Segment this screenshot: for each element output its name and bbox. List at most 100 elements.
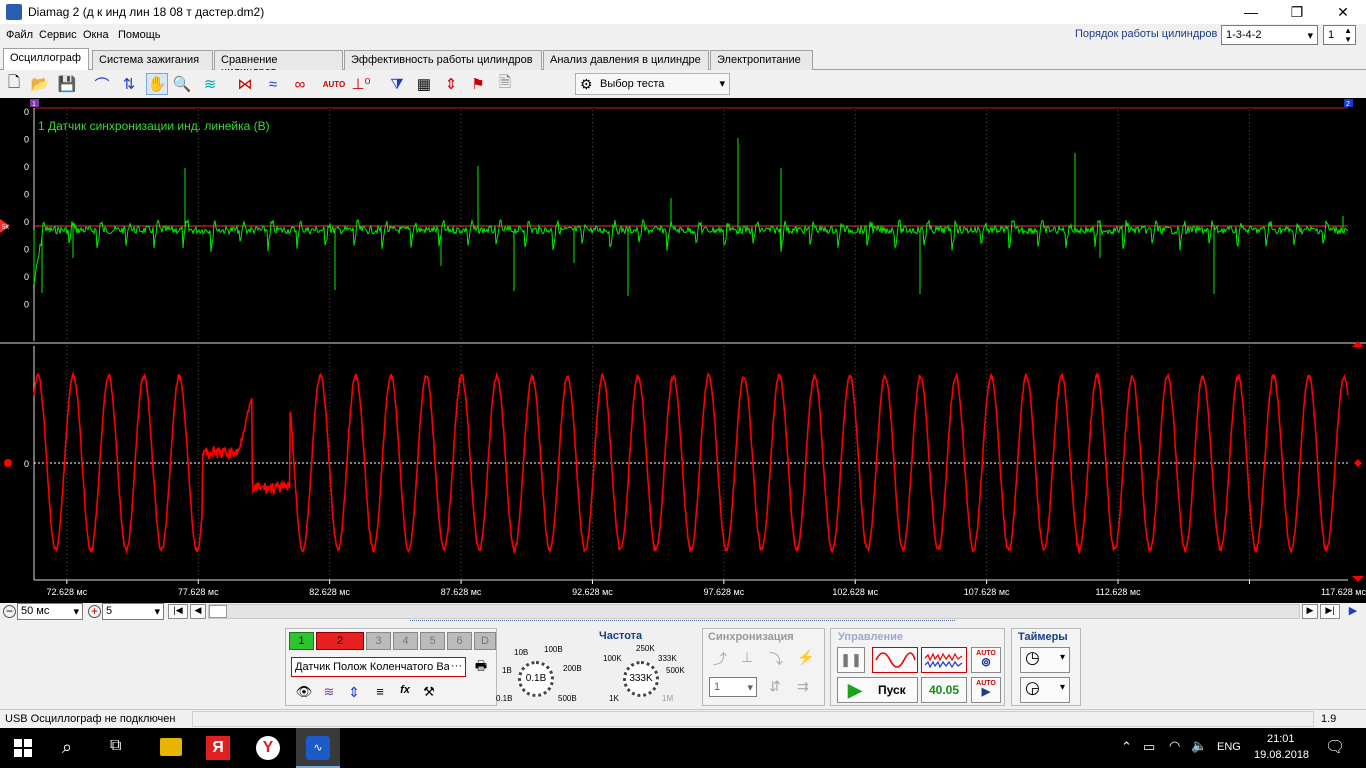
yandex-icon[interactable]: Y <box>256 736 280 760</box>
notification-icon[interactable]: 🗨 <box>1325 737 1345 757</box>
cylinder-number-stepper[interactable]: 1 ▲ ▼ <box>1323 25 1356 45</box>
sensor-more-button[interactable]: ··· <box>449 660 464 672</box>
filter-icon[interactable]: ⧩ <box>386 73 408 95</box>
printer-icon[interactable]: 🖶 <box>471 657 491 677</box>
zoom-out-icon[interactable]: − <box>3 605 16 618</box>
sync-merge-icon[interactable]: ⇉ <box>797 678 809 695</box>
grid-icon[interactable]: ▦ <box>413 73 435 95</box>
ch2-down-arrow-icon[interactable] <box>1352 576 1364 582</box>
clock-date[interactable]: 19.08.2018 <box>1254 749 1309 761</box>
start-button[interactable]: ▶ Пуск <box>837 677 918 703</box>
test-select-dropdown[interactable]: ⚙ Выбор теста ▾ <box>575 73 730 95</box>
menu-file[interactable]: Файл <box>6 29 33 41</box>
ch2-up-arrow-icon[interactable] <box>1352 341 1364 347</box>
noise-wave-button[interactable] <box>921 647 967 673</box>
sensor-select[interactable]: Датчик Полож Коленчатого Ва ··· <box>291 657 466 677</box>
tab-cylinder-compare[interactable]: Сравнение цилиндров <box>214 50 343 78</box>
timer-stop-button[interactable]: ◶ ▾ <box>1020 677 1070 703</box>
menu-help[interactable]: Помощь <box>118 29 161 41</box>
search-icon[interactable]: ⌕ <box>62 737 72 758</box>
scroll-end-button[interactable]: ▶| <box>1320 604 1340 619</box>
battery-icon[interactable]: ▭ <box>1143 739 1155 755</box>
menu-windows[interactable]: Окна <box>83 29 109 41</box>
frequency-knob[interactable]: 333K <box>623 661 659 697</box>
minimize-button[interactable]: — <box>1228 0 1274 24</box>
rising-edge-icon[interactable]: ⤴ <box>713 649 727 669</box>
save-icon[interactable]: 💾 <box>56 73 78 95</box>
new-file-icon[interactable]: 🗋 <box>3 73 25 95</box>
language-indicator[interactable]: ENG <box>1217 741 1241 753</box>
panel-splitter[interactable] <box>410 620 955 626</box>
scroll-left-button[interactable]: ◀ <box>190 604 206 619</box>
ch2-right-marker[interactable] <box>1354 459 1362 467</box>
oscilloscope-display[interactable]: 5К 1 2 1 Датчик синхронизации инд. линей… <box>0 98 1366 603</box>
yandex-browser-icon[interactable]: Я <box>206 736 230 760</box>
zoom-select[interactable]: 5 ▾ <box>102 603 164 620</box>
signal-invert-icon[interactable]: ≋ <box>319 684 339 702</box>
channel-1-button[interactable]: 1 <box>289 632 314 650</box>
wifi-icon[interactable]: ◠ <box>1169 738 1180 754</box>
tab-power-supply[interactable]: Электропитание <box>710 50 813 70</box>
overlay-icon[interactable]: ∞ <box>289 73 311 95</box>
horizontal-scrollbar[interactable] <box>208 604 1300 619</box>
auto-play-button[interactable]: AUTO ▶ <box>971 677 1001 703</box>
open-folder-icon[interactable]: 📂 <box>29 73 51 95</box>
clock-time[interactable]: 21:01 <box>1267 733 1295 745</box>
channel-3-button[interactable]: 3 <box>366 632 391 650</box>
step-up-icon[interactable]: ⊥ <box>741 649 753 666</box>
curve-icon[interactable]: ⌒ <box>91 73 113 95</box>
note-icon[interactable]: 🗎 <box>494 73 516 95</box>
scrollbar-thumb[interactable] <box>209 605 227 618</box>
signal-icon[interactable]: ≋ <box>199 73 221 95</box>
ch2-offset-marker[interactable] <box>4 459 12 467</box>
menu-service[interactable]: Сервис <box>39 29 77 41</box>
vertical-scale-icon[interactable]: ⇕ <box>344 684 364 702</box>
windows-start-icon[interactable] <box>14 739 32 757</box>
play-direction-icon[interactable]: ▶ <box>1345 604 1361 619</box>
waveform-canvas[interactable]: 5К 1 2 1 Датчик синхронизации инд. линей… <box>0 98 1366 603</box>
auto-gauge-button[interactable]: AUTO ⊚ <box>971 647 1001 673</box>
pause-button[interactable]: ❚❚ <box>837 647 865 673</box>
single-wave-button[interactable] <box>872 647 918 673</box>
tab-cylinder-efficiency[interactable]: Эффективность работы цилиндров <box>344 50 542 70</box>
tab-cylinder-pressure[interactable]: Анализ давления в цилиндре <box>543 50 709 70</box>
zero-icon[interactable]: ⊥⁰ <box>350 73 372 95</box>
file-explorer-icon[interactable] <box>160 738 182 756</box>
tab-oscilloscope[interactable]: Осциллограф <box>3 48 89 71</box>
timebase-select[interactable]: 50 мс ▾ <box>17 603 83 620</box>
channel-5-button[interactable]: 5 <box>420 632 445 650</box>
tools-icon[interactable]: ⚒ <box>419 684 439 702</box>
flag-icon[interactable]: ⚑ <box>467 73 489 95</box>
channel-2-button[interactable]: 2 <box>316 632 364 650</box>
hand-icon[interactable]: ✋ <box>146 73 168 95</box>
waves-icon[interactable]: ≈ <box>262 73 284 95</box>
dotted-lines-icon[interactable]: ≡ <box>369 684 391 702</box>
tray-expand-icon[interactable]: ⌃ <box>1121 739 1132 755</box>
voltage-range-knob[interactable]: 0.1В <box>518 661 554 697</box>
close-button[interactable]: ✕ <box>1320 0 1366 24</box>
divider-icon[interactable]: ⇕ <box>440 73 462 95</box>
channel-6-button[interactable]: 6 <box>447 632 472 650</box>
scroll-start-button[interactable]: |◀ <box>168 604 188 619</box>
falling-edge-icon[interactable]: ⤵ <box>769 649 783 669</box>
cylinder-order-select[interactable]: 1-3-4-2 ▾ <box>1221 25 1318 45</box>
diamag-taskbar-button[interactable]: ∿ <box>296 728 340 768</box>
maximize-button[interactable]: ❐ <box>1274 0 1320 24</box>
sync-level-icon[interactable]: ⇵ <box>769 678 781 695</box>
scroll-right-button[interactable]: ▶ <box>1302 604 1318 619</box>
peaks-icon[interactable]: ⋈ <box>234 73 256 95</box>
zoom-icon[interactable]: 🔍 <box>171 73 193 95</box>
zoom-in-icon[interactable]: + <box>88 605 101 618</box>
cursor-marker-icon[interactable]: ⇅ <box>118 73 140 95</box>
task-view-icon[interactable]: ⧉ <box>110 737 121 755</box>
tab-ignition[interactable]: Система зажигания <box>92 50 213 70</box>
timer-start-button[interactable]: ◷ ▾ <box>1020 647 1070 673</box>
sync-wave-icon[interactable]: ⚡ <box>797 649 814 666</box>
sync-channel-select[interactable]: 1 ▾ <box>709 677 757 697</box>
function-icon[interactable]: fx <box>395 684 415 702</box>
auto-scale-icon[interactable]: AUTO <box>323 73 346 95</box>
channel-4-button[interactable]: 4 <box>393 632 418 650</box>
volume-icon[interactable]: 🔈 <box>1191 738 1207 754</box>
channel-d-button[interactable]: D <box>474 632 496 650</box>
eye-icon[interactable]: 👁 <box>294 684 314 702</box>
